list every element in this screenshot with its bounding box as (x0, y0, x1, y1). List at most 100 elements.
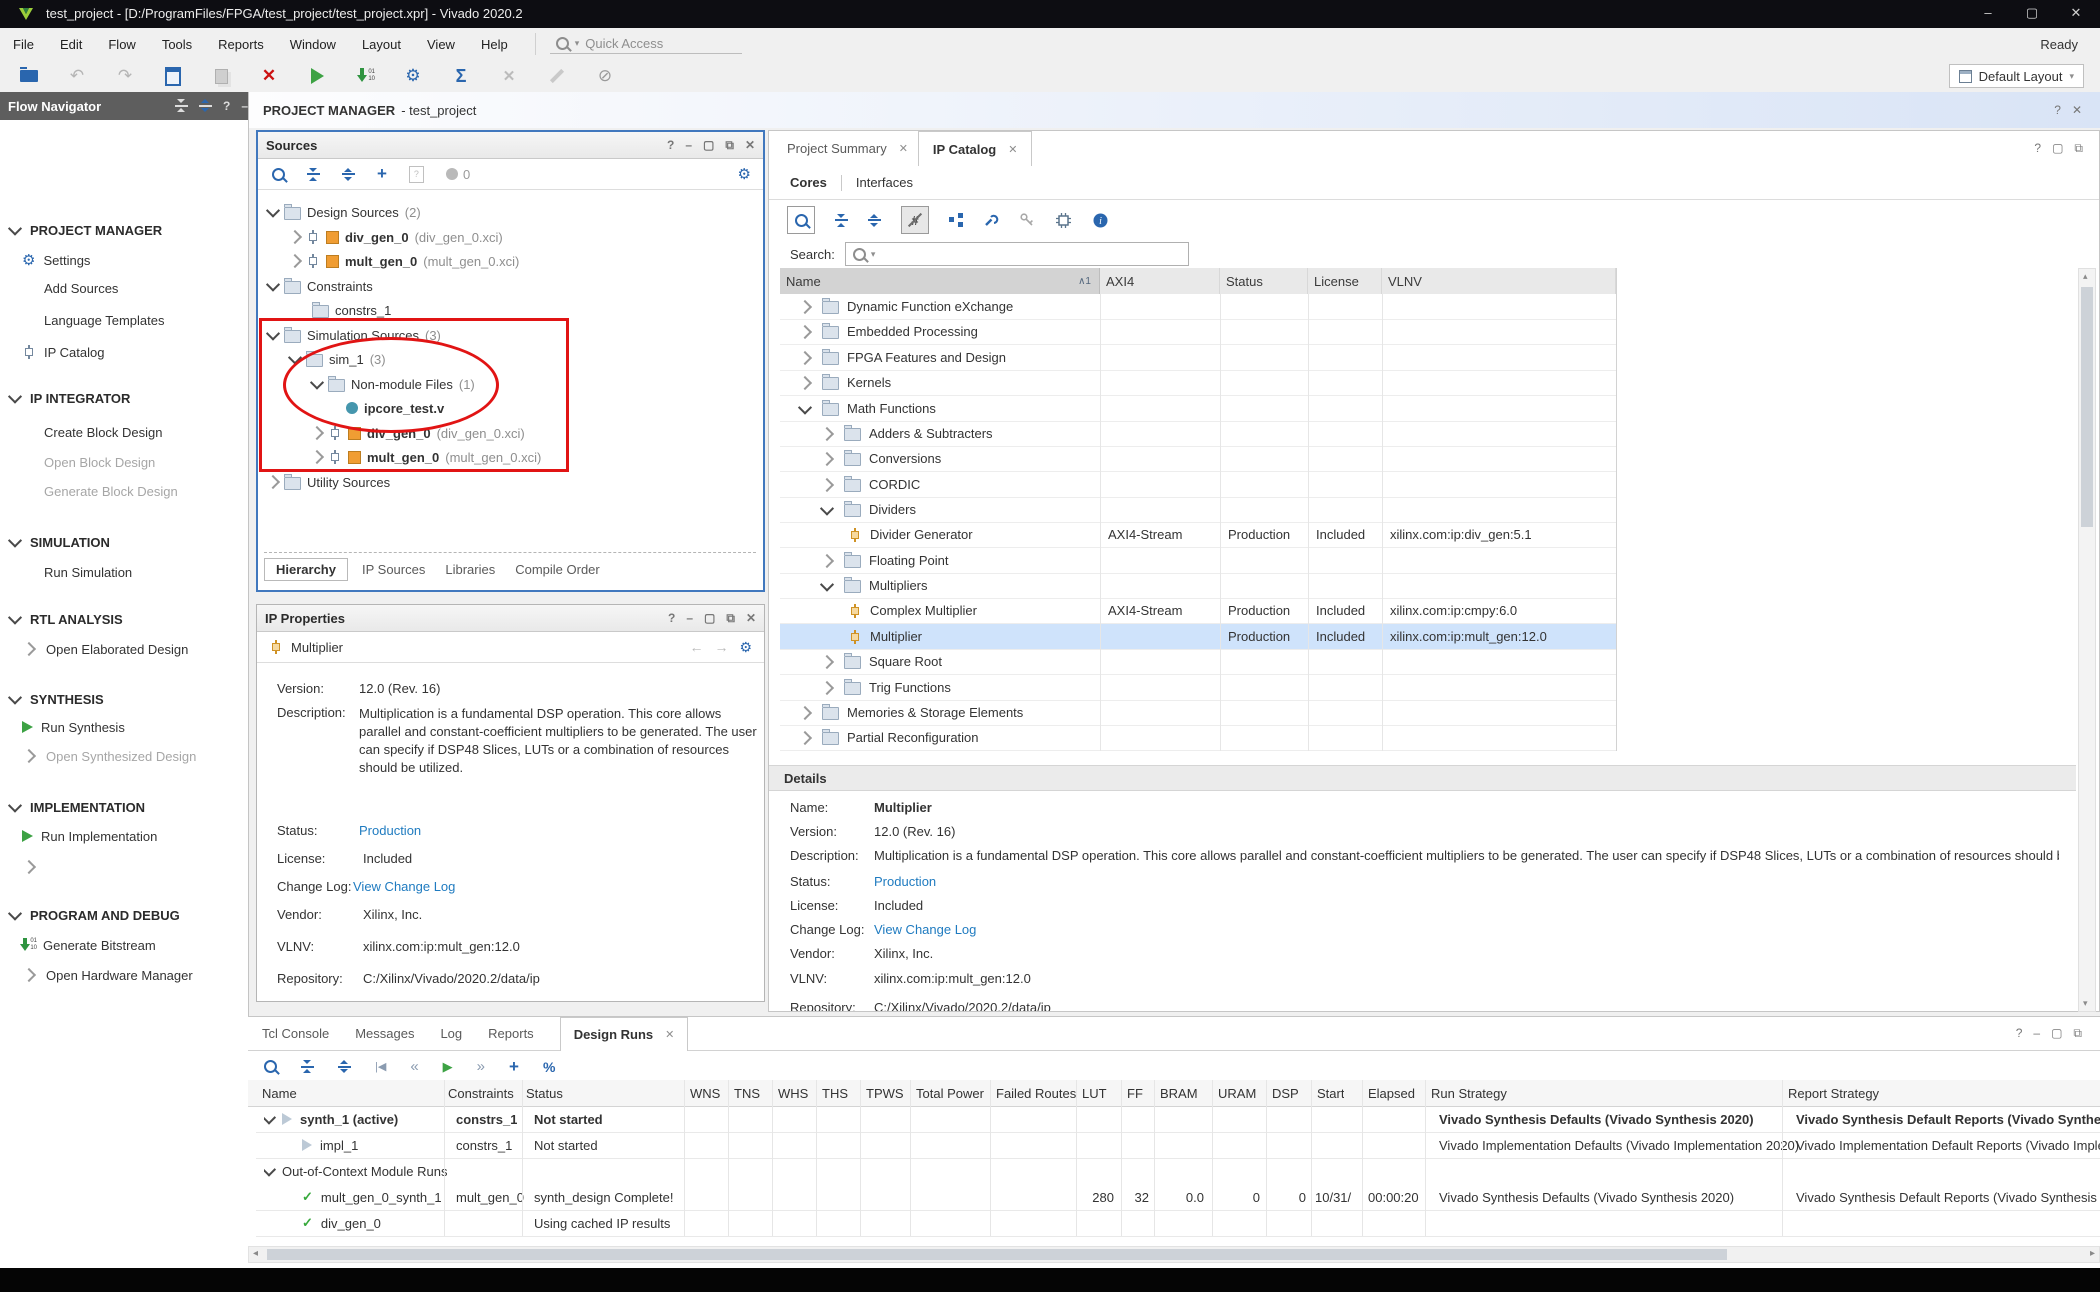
column-uram[interactable]: URAM (1218, 1080, 1256, 1106)
maximize-icon[interactable]: ▢ (2051, 1026, 2062, 1041)
collapse-all-icon[interactable] (307, 168, 320, 181)
collapse-all-icon[interactable] (835, 214, 848, 227)
nav-open-hardware-manager[interactable]: Open Hardware Manager (24, 963, 193, 987)
ip-properties-header[interactable]: IP Properties ? – ▢ ⧉ ✕ (257, 605, 764, 632)
catalog-row[interactable]: FPGA Features and Design (780, 345, 1616, 371)
catalog-row[interactable]: Math Functions (780, 396, 1616, 422)
subtab-cores[interactable]: Cores (790, 175, 827, 190)
section-implementation[interactable]: IMPLEMENTATION (10, 795, 145, 819)
search-icon[interactable] (272, 168, 285, 181)
horizontal-scrollbar[interactable]: ◂ ▸ (248, 1246, 2100, 1263)
section-synthesis[interactable]: SYNTHESIS (10, 687, 104, 711)
expand-all-icon[interactable] (199, 99, 212, 112)
undo-icon[interactable]: ↶ (62, 64, 92, 88)
help-icon[interactable]: ? (223, 99, 230, 113)
tree-row-non-module-files[interactable]: Non-module Files(1) (312, 372, 475, 396)
gear-icon[interactable]: ⚙ (739, 639, 752, 656)
wrench-icon[interactable] (983, 212, 999, 228)
close-icon[interactable]: ✕ (2072, 103, 2082, 117)
close-icon[interactable]: ✕ (665, 1028, 674, 1041)
scrollbar-thumb[interactable] (2081, 287, 2093, 527)
section-ip-integrator[interactable]: IP INTEGRATOR (10, 386, 130, 410)
help-icon[interactable]: ? (2054, 103, 2061, 117)
catalog-row[interactable]: Adders & Subtracters (780, 421, 1616, 447)
catalog-search-input[interactable]: ▾ (845, 242, 1189, 266)
column-wns[interactable]: WNS (690, 1080, 720, 1106)
search-icon[interactable] (264, 1060, 277, 1073)
maximize-icon[interactable]: ▢ (2052, 141, 2063, 156)
nav-settings[interactable]: ⚙Settings (22, 248, 90, 272)
tab-design-runs[interactable]: Design Runs✕ (560, 1017, 689, 1051)
close-icon[interactable]: ✕ (746, 611, 756, 626)
close-icon[interactable]: ✕ (745, 138, 755, 153)
quick-access-input[interactable]: ▾ Quick Access (550, 34, 742, 54)
column-total-power[interactable]: Total Power (916, 1080, 984, 1106)
tree-row-simulation-sources[interactable]: Simulation Sources(3) (268, 323, 441, 347)
column-ff[interactable]: FF (1127, 1080, 1143, 1106)
column-bram[interactable]: BRAM (1160, 1080, 1198, 1106)
view-change-log-link[interactable]: View Change Log (874, 922, 976, 937)
column-report-strategy[interactable]: Report Strategy (1788, 1080, 1879, 1106)
tab-compile-order[interactable]: Compile Order (509, 559, 606, 580)
redo-icon[interactable]: ↷ (110, 64, 140, 88)
minimize-icon[interactable]: – (241, 99, 248, 113)
minimize-icon[interactable]: – (685, 138, 692, 153)
nav-language-templates[interactable]: Language Templates (44, 308, 164, 332)
copy-icon[interactable] (206, 64, 236, 88)
nav-run-synthesis[interactable]: Run Synthesis (22, 715, 125, 739)
help-icon[interactable]: ? (2034, 141, 2041, 156)
nav-ip-catalog[interactable]: IP Catalog (22, 340, 104, 364)
settings-gear-icon[interactable]: ⚙ (398, 64, 428, 88)
run-row-group-ooc[interactable]: Out-of-Context Module Runs (256, 1158, 2100, 1184)
float-icon[interactable]: ⧉ (725, 138, 734, 153)
column-failed-routes[interactable]: Failed Routes (996, 1080, 1076, 1106)
report-icon[interactable] (158, 64, 188, 88)
column-dsp[interactable]: DSP (1272, 1080, 1299, 1106)
filter-icon[interactable]: # (901, 206, 929, 234)
gear-icon[interactable]: ⚙ (738, 165, 751, 183)
catalog-row-complex-multiplier[interactable]: Complex MultiplierAXI4-StreamProductionI… (780, 598, 1616, 624)
collapse-all-icon[interactable] (175, 99, 188, 112)
menu-edit[interactable]: Edit (47, 37, 95, 52)
catalog-row[interactable]: Dividers (780, 497, 1616, 523)
column-lut[interactable]: LUT (1082, 1080, 1107, 1106)
minimize-icon[interactable]: – (686, 611, 693, 626)
menu-layout[interactable]: Layout (349, 37, 414, 52)
column-elapsed[interactable]: Elapsed (1368, 1080, 1415, 1106)
help-icon[interactable]: ? (2016, 1026, 2023, 1041)
status-link[interactable]: Production (874, 874, 936, 889)
column-status[interactable]: Status (1220, 268, 1308, 294)
menu-help[interactable]: Help (468, 37, 521, 52)
play-icon[interactable]: ▶ (443, 1059, 453, 1075)
tab-reports[interactable]: Reports (488, 1026, 534, 1041)
run-row-synth-1[interactable]: synth_1 (active) constrs_1 Not started V… (256, 1106, 2100, 1133)
column-start[interactable]: Start (1317, 1080, 1344, 1106)
close-icon[interactable]: ✕ (1008, 143, 1017, 156)
column-tpws[interactable]: TPWS (866, 1080, 904, 1106)
scroll-left-icon[interactable]: ◂ (253, 1248, 258, 1259)
maximize-icon[interactable]: ▢ (703, 138, 714, 153)
help-icon[interactable]: ? (668, 611, 675, 626)
section-program-and-debug[interactable]: PROGRAM AND DEBUG (10, 903, 180, 927)
section-project-manager[interactable]: PROJECT MANAGER (10, 218, 162, 242)
catalog-row[interactable]: CORDIC (780, 472, 1616, 498)
catalog-row[interactable]: Partial Reconfiguration (780, 725, 1616, 751)
nav-add-sources[interactable]: Add Sources (44, 276, 118, 300)
vertical-scrollbar[interactable]: ▴ ▾ (2078, 268, 2096, 1012)
nav-generate-bitstream[interactable]: 0110Generate Bitstream (20, 933, 156, 957)
tree-row-div-gen-0[interactable]: div_gen_0(div_gen_0.xci) (290, 225, 503, 249)
tree-row-sim-mult-gen-0[interactable]: mult_gen_0(mult_gen_0.xci) (312, 445, 541, 469)
catalog-row[interactable]: Trig Functions (780, 675, 1616, 701)
tab-hierarchy[interactable]: Hierarchy (264, 558, 348, 581)
tree-row-design-sources[interactable]: Design Sources(2) (268, 200, 421, 224)
catalog-row[interactable]: Square Root (780, 649, 1616, 675)
nav-run-implementation[interactable]: Run Implementation (22, 824, 157, 848)
column-name[interactable]: Name (262, 1080, 297, 1106)
run-row-mult-gen-0-synth-1[interactable]: ✓mult_gen_0_synth_1 mult_gen_0 synth_des… (256, 1184, 2100, 1211)
menu-flow[interactable]: Flow (95, 37, 148, 52)
scroll-up-icon[interactable]: ▴ (2083, 271, 2088, 282)
view-change-log-link[interactable]: View Change Log (353, 879, 455, 894)
catalog-row[interactable]: Memories & Storage Elements (780, 700, 1616, 726)
chip-icon[interactable] (1055, 212, 1072, 229)
menu-tools[interactable]: Tools (149, 37, 205, 52)
